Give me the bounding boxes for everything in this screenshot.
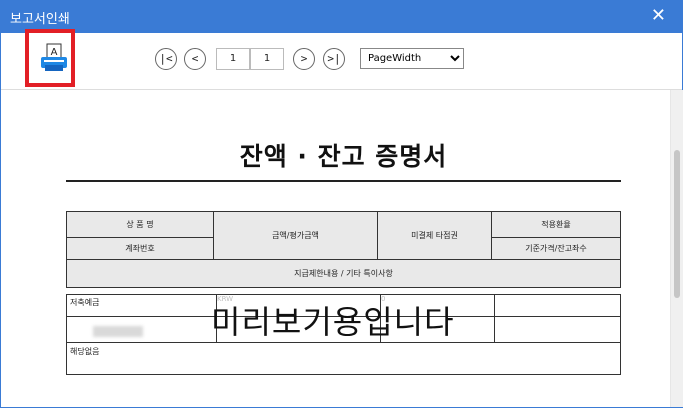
scrollbar-thumb[interactable] [674,150,680,298]
zoom-select[interactable]: PageWidth [360,48,464,69]
rate-cell [494,294,621,317]
report-print-dialog: 보고서인쇄 ✕ A |< < 1 1 > >| PageWidth 잔액 · 잔… [0,0,683,408]
base-price-cell [494,316,621,343]
preview-watermark: 미리보기용입니다 [211,303,455,341]
window-title: 보고서인쇄 [10,12,70,27]
first-page-button[interactable]: |< [155,48,177,70]
header-base-price: 기준가격/잔고좌수 [491,237,621,260]
print-highlight-box: A [25,29,75,87]
vertical-scrollbar[interactable] [670,90,683,407]
next-page-button[interactable]: > [293,48,315,70]
deposit-label: 저축예금 [66,294,217,317]
account-cell [66,316,217,343]
last-page-button[interactable]: >| [323,48,345,70]
header-unsettled: 미결제 타점권 [377,211,492,260]
close-icon[interactable]: ✕ [651,6,666,26]
masked-account-number [93,326,143,337]
total-pages-field: 1 [250,48,284,70]
current-page-input[interactable]: 1 [216,48,250,70]
header-restrictions: 지급제한내용 / 기타 특이사항 [66,259,621,288]
header-table: 상 품 명 금액/평가금액 미결제 타점권 적용환율 계좌번호 기준가격/잔고좌… [66,211,621,288]
header-amount: 금액/평가금액 [213,211,378,260]
header-exchange-rate: 적용환율 [491,211,621,238]
svg-text:A: A [51,47,58,58]
header-account-number: 계좌번호 [66,237,214,260]
title-bar: 보고서인쇄 ✕ [1,1,682,33]
prev-page-button[interactable]: < [184,48,206,70]
title-divider [66,180,621,182]
header-product-name: 상 품 명 [66,211,214,238]
none-label: 해당없음 [66,342,621,375]
document-title: 잔액 · 잔고 증명서 [239,142,448,171]
printer-icon[interactable]: A [40,43,68,73]
